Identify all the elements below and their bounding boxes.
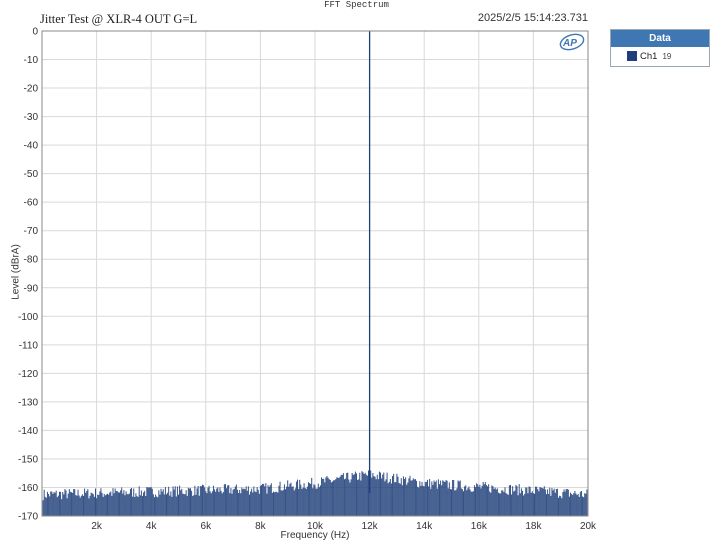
y-tick-label: -50	[24, 169, 39, 180]
x-tick-label: 20k	[580, 521, 597, 532]
x-axis-title: Frequency (Hz)	[280, 530, 350, 541]
legend-swatch	[627, 51, 637, 61]
y-tick-label: -100	[18, 312, 38, 323]
y-tick-label: 0	[32, 27, 38, 38]
legend-item-label: Ch1	[640, 50, 658, 62]
x-tick-label: 14k	[416, 521, 433, 532]
fft-spectrum-plot: 0 -10 -20 -30 -40 -50 -60 -70 -80 -90 -100 -110 -120…	[18, 27, 597, 533]
y-tick-label: -160	[18, 483, 38, 494]
legend-panel: Data Ch1 19	[610, 29, 710, 67]
y-tick-label: -130	[18, 397, 38, 408]
y-tick-label: -150	[18, 454, 38, 465]
ap-logo-icon: AP	[559, 33, 585, 51]
y-tick-label: -40	[24, 141, 39, 152]
y-tick-label: -30	[24, 112, 39, 123]
y-tick-label: -140	[18, 426, 38, 437]
y-tick-label: -170	[18, 512, 38, 523]
y-axis-title: Level (dBrA)	[10, 244, 22, 300]
x-tick-label: 6k	[201, 521, 213, 532]
x-tick-label: 2k	[91, 521, 103, 532]
y-tick-label: -10	[24, 55, 39, 66]
y-tick-label: -120	[18, 369, 38, 380]
x-tick-label: 18k	[525, 521, 542, 532]
y-tick-label: -80	[24, 255, 39, 266]
y-tick-label: -110	[19, 340, 39, 351]
x-tick-label: 4k	[146, 521, 158, 532]
y-tick-label: -70	[24, 226, 39, 237]
legend-header: Data	[611, 30, 709, 47]
legend-item-ch1[interactable]: Ch1 19	[611, 47, 709, 65]
y-tick-label: -90	[24, 283, 39, 294]
ap-logo-text: AP	[562, 38, 577, 49]
legend-item-number: 19	[662, 51, 672, 61]
grid	[42, 30, 589, 517]
y-tick-label: -20	[24, 84, 39, 95]
y-tick-label: -60	[24, 198, 39, 209]
x-tick-label: 16k	[471, 521, 488, 532]
